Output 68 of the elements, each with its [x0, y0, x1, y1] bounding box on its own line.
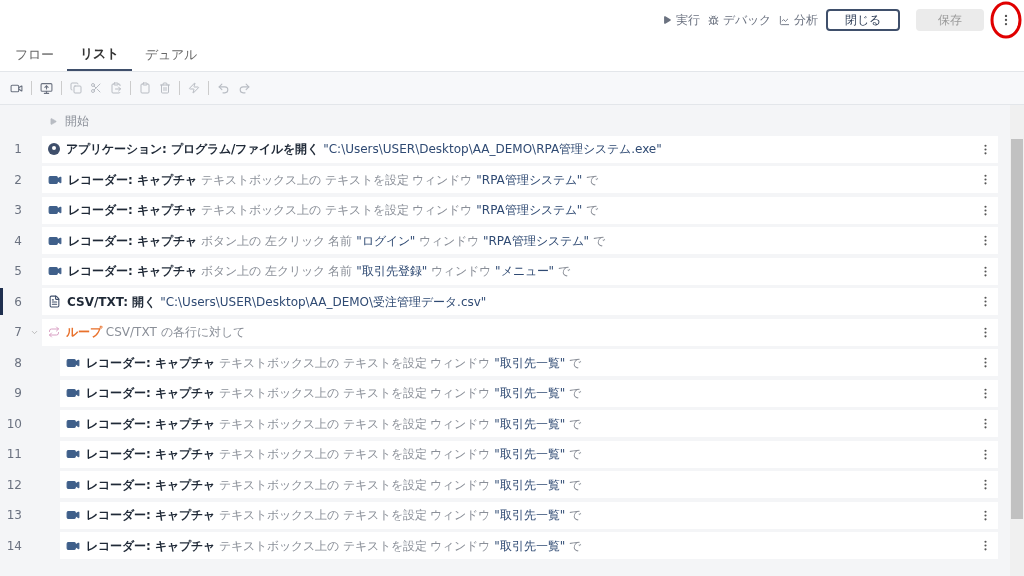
- step-row[interactable]: レコーダー: キャプチャ テキストボックス上の テキストを設定 ウィンドウ "取引先一覧" で: [60, 410, 998, 437]
- document-icon: [48, 295, 61, 308]
- toolbar-action[interactable]: デバック: [708, 11, 771, 29]
- step-text: レコーダー: キャプチャ テキストボックス上の テキストを設定 ウィンドウ "取引先一覧" で: [86, 446, 583, 463]
- step-text: レコーダー: キャプチャ ボタン上の 左クリック 名前 "ログイン" ウィンドウ "RPA管理システム" で: [68, 232, 606, 250]
- line-number: 8: [13, 354, 23, 372]
- line-number: 11: [5, 446, 23, 463]
- line-number: 1: [13, 141, 23, 158]
- bug-icon: [708, 14, 719, 26]
- video-camera-icon: [66, 386, 80, 400]
- step-row[interactable]: レコーダー: キャプチャ ボタン上の 左クリック 名前 "取引先登録" ウィンドウ "メニュー" で: [42, 257, 998, 285]
- step-row[interactable]: レコーダー: キャプチャ テキストボックス上の テキストを設定 ウィンドウ "取引先一覧" で: [60, 532, 998, 559]
- clipboard-icon[interactable]: [139, 82, 151, 94]
- tab[interactable]: フロー: [2, 39, 67, 71]
- line-number: 10: [5, 415, 23, 433]
- play-icon: [662, 15, 672, 25]
- step-text: レコーダー: キャプチャ テキストボックス上の テキストを設定 ウィンドウ "取引先一覧" で: [86, 476, 583, 494]
- toolbar-action[interactable]: 実行: [662, 11, 700, 29]
- step-row[interactable]: レコーダー: キャプチャ ボタン上の 左クリック 名前 "ログイン" ウィンドウ "RPA管理システム" で: [42, 227, 998, 254]
- video-camera-icon: [66, 508, 80, 522]
- video-camera-icon: [48, 264, 62, 278]
- step-text: レコーダー: キャプチャ テキストボックス上の テキストを設定 ウィンドウ "取引先一覧" で: [86, 537, 583, 555]
- step-text: レコーダー: キャプチャ テキストボックス上の テキストを設定 ウィンドウ "RPA管理システム" で: [68, 202, 600, 219]
- step-row[interactable]: レコーダー: キャプチャ テキストボックス上の テキストを設定 ウィンドウ "取引先一覧" で: [60, 379, 998, 407]
- step-text: レコーダー: キャプチャ テキストボックス上の テキストを設定 ウィンドウ "RPA管理システム" で: [68, 171, 600, 189]
- video-camera-icon: [48, 203, 62, 217]
- step-text: レコーダー: キャプチャ テキストボックス上の テキストを設定 ウィンドウ "取引先一覧" で: [86, 385, 583, 402]
- step-text: レコーダー: キャプチャ ボタン上の 左クリック 名前 "取引先登録" ウィンドウ "メニュー" で: [68, 263, 571, 280]
- close-button[interactable]: 閉じる: [826, 9, 900, 31]
- chart-icon: [779, 14, 790, 26]
- step-text: レコーダー: キャプチャ テキストボックス上の テキストを設定 ウィンドウ "取引先一覧" で: [86, 507, 583, 524]
- step-text: CSV/TXT: 開く "C:\Users\USER\Desktop\AA_DEMO\受注管理データ.csv": [67, 293, 488, 311]
- line-number: 14: [5, 537, 23, 555]
- line-number: 6: [0, 288, 30, 315]
- step-row[interactable]: レコーダー: キャプチャ テキストボックス上の テキストを設定 ウィンドウ "RPA管理システム" で: [42, 166, 998, 193]
- annotation-circle: [990, 1, 1022, 39]
- step-text: レコーダー: キャプチャ テキストボックス上の テキストを設定 ウィンドウ "取引先一覧" で: [86, 415, 583, 433]
- monitor-icon[interactable]: [40, 81, 53, 95]
- delete-icon[interactable]: [159, 82, 171, 94]
- step-row[interactable]: レコーダー: キャプチャ テキストボックス上の テキストを設定 ウィンドウ "取引先一覧" で: [60, 349, 998, 376]
- step-row[interactable]: レコーダー: キャプチャ テキストボックス上の テキストを設定 ウィンドウ "取引先一覧" で: [60, 471, 998, 498]
- line-number: 12: [5, 476, 23, 494]
- line-number: 7: [13, 324, 23, 341]
- tab[interactable]: デュアル: [132, 39, 210, 71]
- cut-icon[interactable]: [90, 82, 102, 94]
- step-row[interactable]: CSV/TXT: 開く "C:\Users\USER\Desktop\AA_DEMO\受注管理データ.csv": [42, 288, 998, 315]
- line-number: 9: [13, 385, 23, 402]
- step-row[interactable]: アプリケーション: プログラム/ファイルを開く "C:\Users\USER\Desktop\AA_DEMO\RPA管理システム.exe": [42, 135, 998, 163]
- undo-icon[interactable]: [217, 81, 230, 95]
- step-row[interactable]: レコーダー: キャプチャ テキストボックス上の テキストを設定 ウィンドウ "取引先一覧" で: [60, 501, 998, 529]
- line-number: 2: [13, 171, 23, 189]
- line-number: 4: [13, 232, 23, 250]
- step-row[interactable]: レコーダー: キャプチャ テキストボックス上の テキストを設定 ウィンドウ "RPA管理システム" で: [42, 196, 998, 224]
- step-row[interactable]: ループ CSV/TXT の各行に対して: [42, 318, 998, 346]
- play-icon: [50, 117, 57, 125]
- step-row[interactable]: レコーダー: キャプチャ テキストボックス上の テキストを設定 ウィンドウ "取引先一覧" で: [60, 440, 998, 468]
- start-label: 開始: [65, 113, 89, 130]
- line-number: 5: [13, 263, 23, 280]
- line-number: 3: [13, 202, 23, 219]
- step-text: ループ CSV/TXT の各行に対して: [66, 324, 246, 341]
- step-text: アプリケーション: プログラム/ファイルを開く "C:\Users\USER\Desktop\AA_DEMO\RPA管理システム.exe": [66, 141, 663, 158]
- loop-icon: [48, 326, 60, 338]
- toolbar-action[interactable]: 分析: [779, 11, 818, 29]
- video-camera-icon: [66, 447, 80, 461]
- redo-icon[interactable]: [238, 81, 251, 95]
- scrollbar[interactable]: [1010, 105, 1024, 576]
- line-number: 13: [5, 507, 23, 524]
- step-text: レコーダー: キャプチャ テキストボックス上の テキストを設定 ウィンドウ "取引先一覧" で: [86, 354, 583, 372]
